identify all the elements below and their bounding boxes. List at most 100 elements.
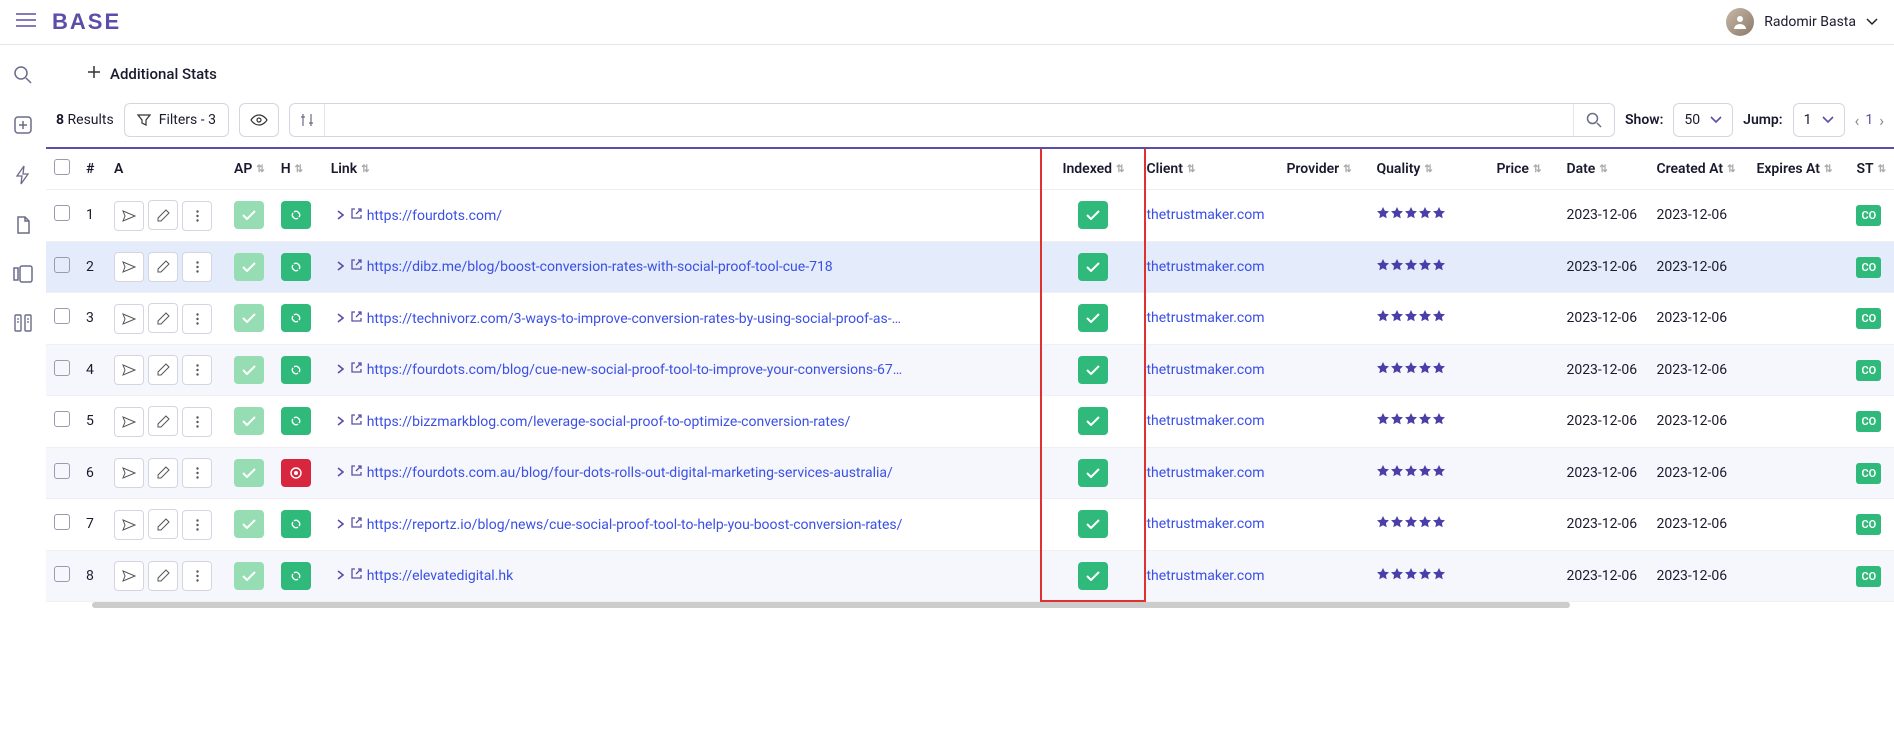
col-ap[interactable]: AP⇅ — [226, 149, 273, 190]
col-link[interactable]: Link⇅ — [323, 149, 1049, 190]
external-link-icon[interactable] — [350, 208, 363, 224]
col-client[interactable]: Client⇅ — [1138, 149, 1278, 190]
col-quality[interactable]: Quality⇅ — [1368, 149, 1488, 190]
edit-button[interactable] — [148, 303, 178, 333]
search-settings-button[interactable] — [290, 104, 325, 136]
row-checkbox[interactable] — [54, 411, 70, 427]
show-select[interactable]: 50 — [1673, 103, 1733, 137]
link-url[interactable]: https://fourdots.com.au/blog/four-dots-r… — [367, 465, 893, 481]
horizontal-scrollbar[interactable] — [92, 602, 1570, 608]
send-button[interactable] — [114, 407, 144, 437]
expand-row-button[interactable] — [337, 311, 344, 327]
expand-row-button[interactable] — [337, 517, 344, 533]
row-checkbox[interactable] — [54, 360, 70, 376]
link-url[interactable]: https://fourdots.com/blog/cue-new-social… — [367, 362, 907, 378]
col-indexed[interactable]: Indexed⇅ — [1048, 149, 1138, 190]
more-button[interactable] — [182, 561, 212, 591]
next-page-button[interactable]: › — [1879, 111, 1884, 130]
columns-icon[interactable] — [13, 265, 33, 287]
document-icon[interactable] — [14, 215, 32, 239]
search-button[interactable] — [1573, 104, 1614, 136]
send-button[interactable] — [114, 201, 144, 231]
send-button[interactable] — [114, 252, 144, 282]
expand-row-button[interactable] — [337, 208, 344, 224]
user-menu[interactable]: Radomir Basta — [1726, 8, 1878, 36]
servers-icon[interactable] — [13, 313, 33, 337]
send-button[interactable] — [114, 561, 144, 591]
col-expires[interactable]: Expires At⇅ — [1748, 149, 1848, 190]
more-button[interactable] — [182, 304, 212, 334]
row-checkbox[interactable] — [54, 514, 70, 530]
client-link[interactable]: thetrustmaker.com — [1146, 413, 1264, 429]
row-checkbox[interactable] — [54, 205, 70, 221]
search-input[interactable] — [325, 104, 1573, 136]
link-url[interactable]: https://elevatedigital.hk — [367, 568, 514, 584]
send-button[interactable] — [114, 304, 144, 334]
row-checkbox[interactable] — [54, 566, 70, 582]
link-url[interactable]: https://fourdots.com/ — [367, 208, 502, 224]
row-checkbox[interactable] — [54, 257, 70, 273]
client-link[interactable]: thetrustmaker.com — [1146, 516, 1264, 532]
expand-row-button[interactable] — [337, 259, 344, 275]
external-link-icon[interactable] — [350, 259, 363, 275]
search-icon[interactable] — [13, 65, 33, 89]
additional-stats-toggle[interactable]: Additional Stats — [46, 45, 1894, 103]
external-link-icon[interactable] — [350, 517, 363, 533]
client-link[interactable]: thetrustmaker.com — [1146, 207, 1264, 223]
external-link-icon[interactable] — [350, 362, 363, 378]
row-checkbox[interactable] — [54, 463, 70, 479]
external-link-icon[interactable] — [350, 568, 363, 584]
bolt-icon[interactable] — [14, 165, 32, 189]
row-number: 3 — [78, 293, 106, 345]
external-link-icon[interactable] — [350, 311, 363, 327]
edit-button[interactable] — [148, 252, 178, 282]
send-button[interactable] — [114, 458, 144, 488]
more-button[interactable] — [182, 355, 212, 385]
more-button[interactable] — [182, 407, 212, 437]
filters-button[interactable]: Filters - 3 — [124, 103, 229, 137]
col-st[interactable]: ST⇅ — [1848, 149, 1894, 190]
expand-row-button[interactable] — [337, 465, 344, 481]
client-link[interactable]: thetrustmaker.com — [1146, 310, 1264, 326]
external-link-icon[interactable] — [350, 414, 363, 430]
edit-button[interactable] — [148, 509, 178, 539]
link-url[interactable]: https://reportz.io/blog/news/cue-social-… — [367, 517, 903, 533]
col-h[interactable]: H⇅ — [273, 149, 323, 190]
client-link[interactable]: thetrustmaker.com — [1146, 568, 1264, 584]
col-created[interactable]: Created At⇅ — [1648, 149, 1748, 190]
avatar — [1726, 8, 1754, 36]
expand-row-button[interactable] — [337, 414, 344, 430]
expand-row-button[interactable] — [337, 362, 344, 378]
menu-toggle-button[interactable] — [16, 13, 36, 31]
more-button[interactable] — [182, 458, 212, 488]
edit-button[interactable] — [148, 200, 178, 230]
col-provider[interactable]: Provider⇅ — [1278, 149, 1368, 190]
edit-button[interactable] — [148, 458, 178, 488]
client-link[interactable]: thetrustmaker.com — [1146, 465, 1264, 481]
send-button[interactable] — [114, 510, 144, 540]
link-url[interactable]: https://dibz.me/blog/boost-conversion-ra… — [367, 259, 833, 275]
col-date[interactable]: Date⇅ — [1558, 149, 1648, 190]
client-link[interactable]: thetrustmaker.com — [1146, 259, 1264, 275]
edit-button[interactable] — [148, 355, 178, 385]
jump-select[interactable]: 1 — [1793, 103, 1845, 137]
add-icon[interactable] — [13, 115, 33, 139]
send-button[interactable] — [114, 355, 144, 385]
visibility-button[interactable] — [239, 103, 279, 137]
col-price[interactable]: Price⇅ — [1488, 149, 1558, 190]
expand-row-button[interactable] — [337, 568, 344, 584]
created-cell: 2023-12-06 — [1648, 499, 1748, 551]
edit-button[interactable] — [148, 561, 178, 591]
client-link[interactable]: thetrustmaker.com — [1146, 362, 1264, 378]
more-button[interactable] — [182, 201, 212, 231]
external-link-icon[interactable] — [350, 465, 363, 481]
select-all-checkbox[interactable] — [54, 159, 70, 175]
edit-button[interactable] — [148, 406, 178, 436]
prev-page-button[interactable]: ‹ — [1855, 111, 1860, 130]
row-checkbox[interactable] — [54, 308, 70, 324]
link-url[interactable]: https://bizzmarkblog.com/leverage-social… — [367, 414, 851, 430]
link-url[interactable]: https://technivorz.com/3-ways-to-improve… — [367, 311, 907, 327]
ap-status — [234, 201, 264, 229]
more-button[interactable] — [182, 252, 212, 282]
more-button[interactable] — [182, 510, 212, 540]
